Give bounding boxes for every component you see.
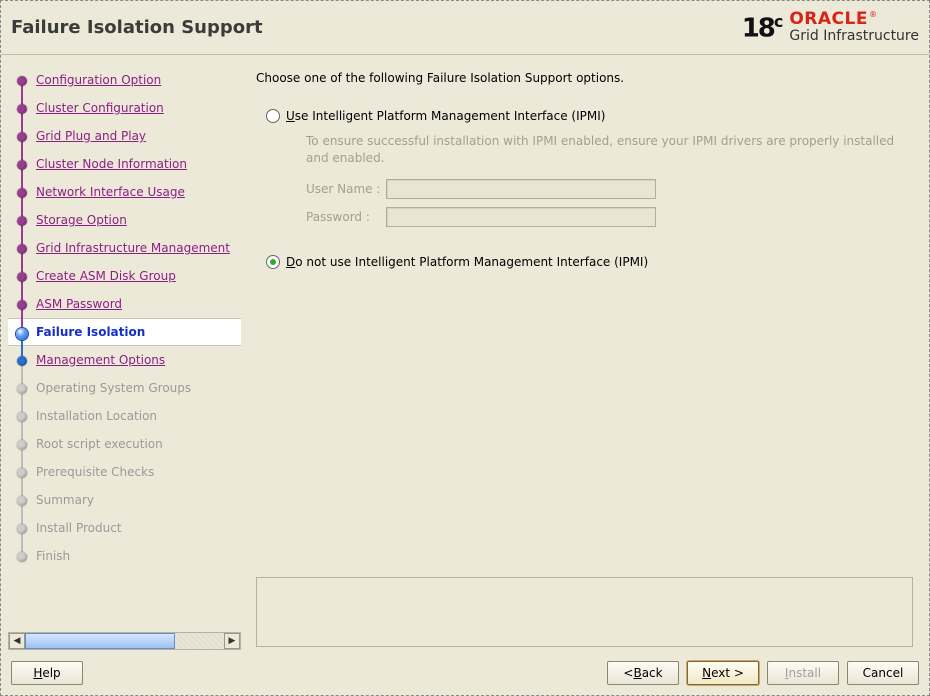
step-label: Cluster Configuration <box>36 101 164 115</box>
brand-logo: 18c ORACLE® Grid Infrastructure <box>742 11 919 44</box>
step-dot-icon <box>17 132 27 142</box>
step-label: Management Options <box>36 353 165 367</box>
step-label: Installation Location <box>36 409 157 423</box>
ipmi-credentials: User Name : Password : <box>306 179 913 227</box>
wizard-step-management-options[interactable]: Management Options <box>8 346 241 374</box>
ipmi-password-input[interactable] <box>386 207 656 227</box>
radio-icon <box>266 109 280 123</box>
step-dot-icon <box>17 104 27 114</box>
step-dot-icon <box>16 328 28 340</box>
wizard-step-network-interface-usage[interactable]: Network Interface Usage <box>8 178 241 206</box>
ipmi-note: To ensure successful installation with I… <box>306 133 896 167</box>
wizard-step-operating-system-groups: Operating System Groups <box>8 374 241 402</box>
ipmi-username-label: User Name : <box>306 182 386 196</box>
instruction-text: Choose one of the following Failure Isol… <box>256 67 913 103</box>
wizard-step-installation-location: Installation Location <box>8 402 241 430</box>
step-label: Create ASM Disk Group <box>36 269 176 283</box>
wizard-steps: Configuration Option Cluster Configuratio… <box>8 62 241 630</box>
radio-do-not-use-ipmi-label: Do not use Intelligent Platform Manageme… <box>286 255 648 269</box>
step-label: Network Interface Usage <box>36 185 185 199</box>
step-dot-icon <box>17 468 27 478</box>
step-label: Summary <box>36 493 94 507</box>
step-dot-icon <box>17 160 27 170</box>
radio-use-ipmi-label: Use Intelligent Platform Management Inte… <box>286 109 605 123</box>
wizard-step-cluster-node-information[interactable]: Cluster Node Information <box>8 150 241 178</box>
installer-window: Failure Isolation Support 18c ORACLE® Gr… <box>0 0 930 696</box>
step-dot-icon <box>17 300 27 310</box>
wizard-step-prerequisite-checks: Prerequisite Checks <box>8 458 241 486</box>
scroll-thumb[interactable] <box>25 633 175 649</box>
help-button[interactable]: Help <box>11 661 83 685</box>
ipmi-password-label: Password : <box>306 210 386 224</box>
step-label: Prerequisite Checks <box>36 465 154 479</box>
page-title: Failure Isolation Support <box>11 17 263 38</box>
scroll-right-arrow-icon[interactable]: ▶ <box>224 633 240 649</box>
body: Configuration Option Cluster Configuratio… <box>1 55 929 651</box>
install-button[interactable]: Install <box>767 661 839 685</box>
step-dot-icon <box>17 440 27 450</box>
radio-use-ipmi[interactable]: Use Intelligent Platform Management Inte… <box>266 109 913 123</box>
step-dot-icon <box>17 216 27 226</box>
wizard-step-asm-password[interactable]: ASM Password <box>8 290 241 318</box>
wizard-sidebar: Configuration Option Cluster Configuratio… <box>7 61 242 651</box>
step-label: Configuration Option <box>36 73 161 87</box>
step-label: Install Product <box>36 521 122 535</box>
step-dot-icon <box>17 272 27 282</box>
step-label: Cluster Node Information <box>36 157 187 171</box>
wizard-step-cluster-configuration[interactable]: Cluster Configuration <box>8 94 241 122</box>
step-dot-icon <box>17 552 27 562</box>
wizard-step-install-product: Install Product <box>8 514 241 542</box>
step-dot-icon <box>17 412 27 422</box>
wizard-step-configuration-option[interactable]: Configuration Option <box>8 66 241 94</box>
ipmi-username-input[interactable] <box>386 179 656 199</box>
step-label: Storage Option <box>36 213 127 227</box>
step-label: Grid Plug and Play <box>36 129 146 143</box>
wizard-step-grid-infrastructure-management[interactable]: Grid Infrastructure Management <box>8 234 241 262</box>
step-dot-icon <box>17 496 27 506</box>
sidebar-horizontal-scrollbar[interactable]: ◀ ▶ <box>8 632 241 650</box>
wizard-step-storage-option[interactable]: Storage Option <box>8 206 241 234</box>
radio-do-not-use-ipmi[interactable]: Do not use Intelligent Platform Manageme… <box>266 255 913 269</box>
scroll-left-arrow-icon[interactable]: ◀ <box>9 633 25 649</box>
back-button[interactable]: < Back <box>607 661 679 685</box>
header: Failure Isolation Support 18c ORACLE® Gr… <box>1 1 929 55</box>
next-button[interactable]: Next > <box>687 661 759 685</box>
wizard-step-finish: Finish <box>8 542 241 570</box>
step-label: Grid Infrastructure Management <box>36 241 230 255</box>
message-area <box>256 577 913 647</box>
step-label: Finish <box>36 549 70 563</box>
step-dot-icon <box>17 524 27 534</box>
step-dot-icon <box>17 384 27 394</box>
brand-subtitle: Grid Infrastructure <box>789 29 919 44</box>
step-label: Root script execution <box>36 437 163 451</box>
step-dot-icon <box>17 244 27 254</box>
step-dot-icon <box>17 356 27 366</box>
scroll-track[interactable] <box>25 633 224 649</box>
footer: Help < Back Next > Install Cancel <box>1 651 929 695</box>
wizard-step-grid-plug-and-play[interactable]: Grid Plug and Play <box>8 122 241 150</box>
wizard-step-create-asm-disk-group[interactable]: Create ASM Disk Group <box>8 262 241 290</box>
brand-oracle: ORACLE® <box>789 11 877 29</box>
radio-icon <box>266 255 280 269</box>
step-label: ASM Password <box>36 297 122 311</box>
brand-version: 18c <box>742 12 784 44</box>
wizard-step-summary: Summary <box>8 486 241 514</box>
wizard-step-failure-isolation[interactable]: Failure Isolation <box>8 318 241 346</box>
step-label: Failure Isolation <box>36 325 145 339</box>
wizard-step-root-script-execution: Root script execution <box>8 430 241 458</box>
step-dot-icon <box>17 188 27 198</box>
step-dot-icon <box>17 76 27 86</box>
step-label: Operating System Groups <box>36 381 191 395</box>
cancel-button[interactable]: Cancel <box>847 661 919 685</box>
main-panel: Choose one of the following Failure Isol… <box>242 61 923 651</box>
